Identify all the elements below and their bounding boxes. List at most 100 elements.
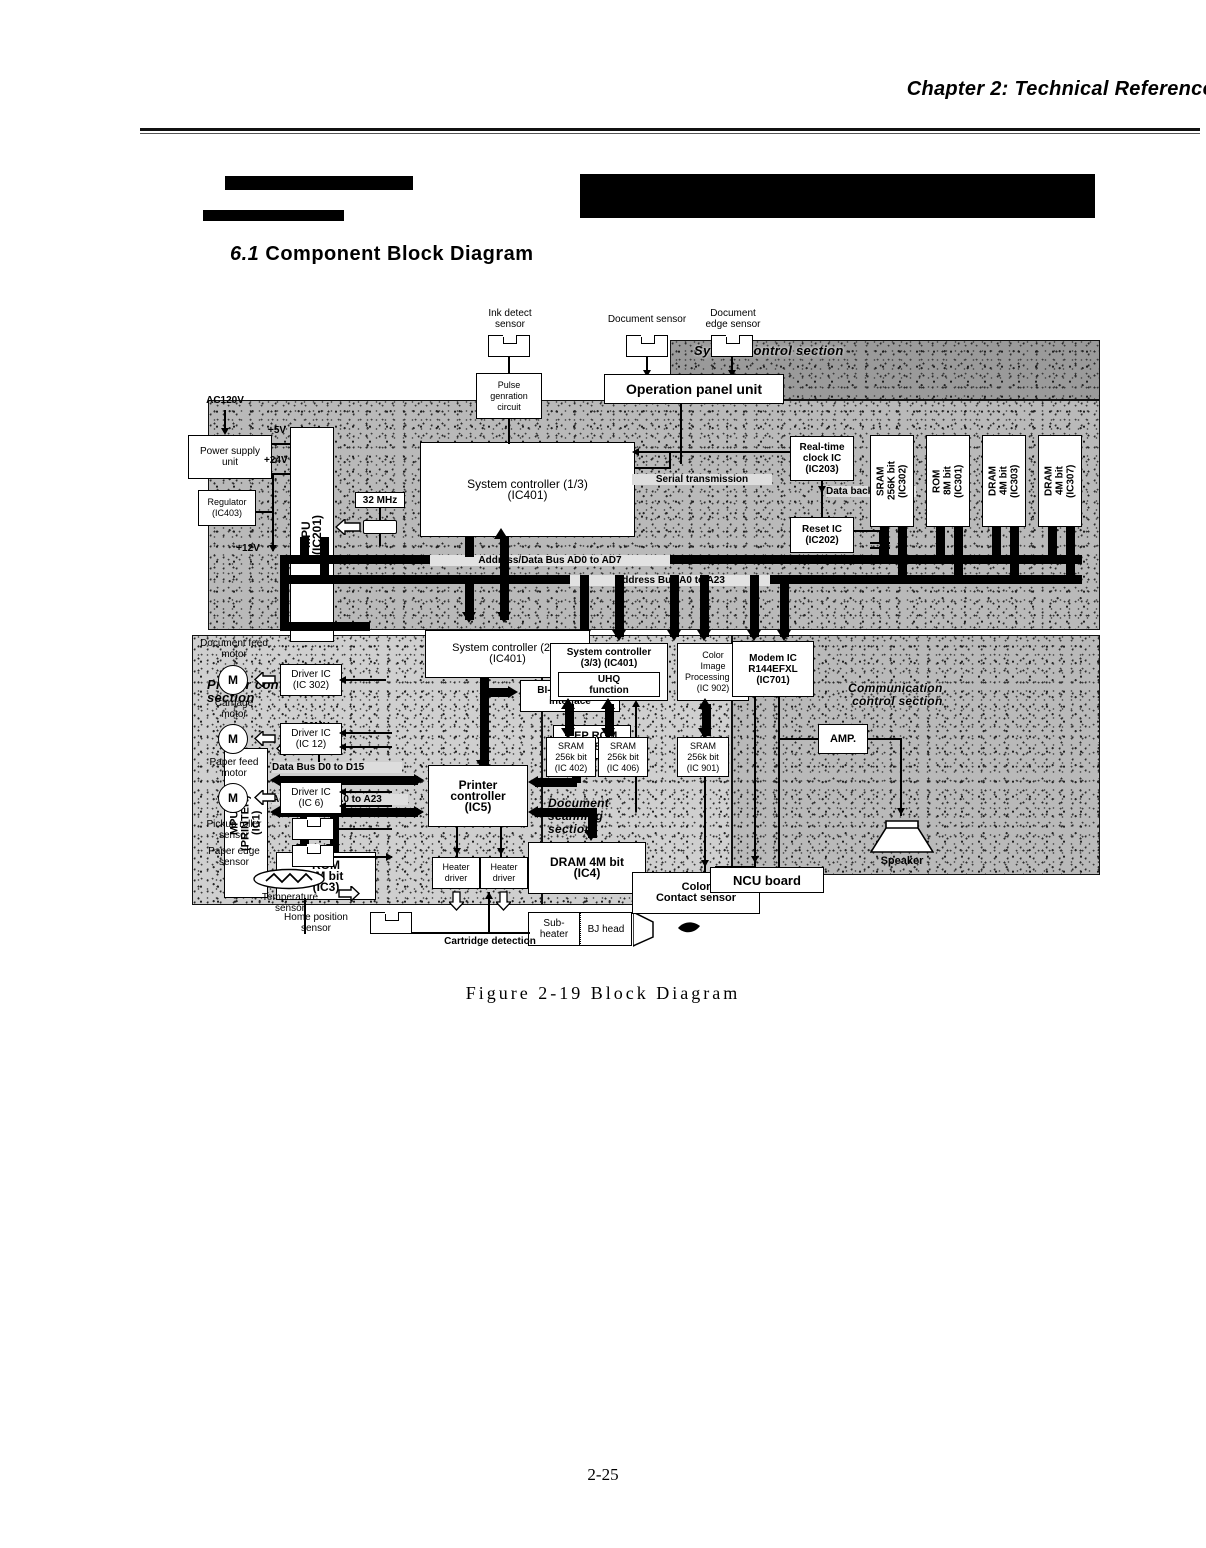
driver-ic-6-feed-arrow-1 — [339, 788, 346, 796]
bus-sc2-to-printer-controller — [480, 678, 489, 768]
carriage-motor: M — [218, 724, 248, 754]
bus-left-wall-b — [280, 622, 370, 631]
document-feed-motor-drive-arrow — [253, 670, 276, 692]
paper-feed-motor: M — [218, 783, 248, 813]
rail-12v-arrow — [269, 545, 277, 552]
bus-down-to-modem-b-arrow — [777, 630, 791, 641]
amp: AMP. — [818, 724, 868, 754]
power-supply-unit: Power supply unit — [188, 435, 272, 479]
serial-transmission-label: Serial transmission — [632, 474, 772, 485]
driver-ic-12-feed-line-2 — [342, 746, 392, 748]
paper-edge-sensor-icon — [292, 843, 334, 867]
document-edge-sensor-icon — [711, 333, 753, 357]
bus-printer-controller-to-dram — [535, 808, 593, 817]
carriage-motor-drive-arrow — [253, 729, 276, 751]
cartridge-detection-arrow — [485, 892, 493, 899]
section-title: Component Block Diagram — [265, 243, 534, 265]
section-label-communication-control: Communication control section — [848, 681, 943, 708]
realtime-clock-ic203: Real-time clock IC (IC203) — [790, 436, 854, 481]
ink-detect-sensor-icon — [488, 333, 530, 357]
driver-ic-12-feed-line-1 — [342, 732, 392, 734]
bus-rom-ic301 — [936, 527, 945, 557]
memory-sram-ic302: SRAM 256K bit (IC302) — [870, 435, 914, 527]
operation-panel-to-serial-line — [680, 442, 682, 464]
block-diagram: System control section Printer control s… — [180, 300, 1110, 950]
bus-down-to-sc3-b-arrow — [612, 630, 626, 641]
pulse-generation-circuit: Pulse genration circuit — [476, 373, 542, 419]
redacted-bar-bottom-left — [203, 210, 344, 221]
bus-rom-ic301-b — [954, 527, 963, 575]
amp-to-speaker-line-h — [868, 738, 902, 740]
bus-dram-arrow-l — [528, 806, 538, 818]
amp-to-speaker-arrow — [897, 808, 905, 815]
driver-ic-12-feed-arrow-2 — [339, 743, 346, 751]
temperature-sensor-icon — [252, 868, 326, 895]
driver-ic-12-feed-arrow-1 — [339, 729, 346, 737]
rail-12v-label: +12V — [236, 543, 260, 554]
ink-drop-icon — [676, 920, 702, 941]
color-contact-sensor-riser-left — [635, 777, 637, 812]
modem-to-ncu-arrow — [751, 856, 759, 863]
document-feed-motor-label: Document feed motor — [200, 638, 268, 660]
operation-panel-down-line — [680, 404, 682, 442]
bus-down-to-sc2-a-arrow — [462, 612, 476, 623]
document-feed-motor: M — [218, 665, 248, 695]
rtc-data-backup-arrow — [818, 486, 826, 493]
pickup-roller-sensor-label: Pickup roller sensor — [206, 819, 262, 841]
reset-ic202: Reset IC (IC202) — [790, 517, 854, 553]
uhq-function: UHQ function — [558, 672, 660, 697]
address-data-bus — [280, 555, 1082, 564]
pickup-roller-sensor-icon — [292, 816, 334, 840]
section-number: 6.1 — [230, 243, 260, 265]
heater-driver-2: Heater driver — [480, 857, 528, 889]
bus-dram-ic303 — [992, 527, 1001, 557]
clock-32mhz-to-mpu-arrow — [334, 517, 361, 540]
mpu-ic201: MPU (IC201) — [290, 427, 334, 642]
bus-sc1-down-a — [465, 537, 474, 557]
temperature-sensor-label: Temperature sensor — [261, 892, 319, 914]
paper-edge-sensor-label: Paper edge sensor — [208, 846, 260, 868]
home-position-sensor-icon — [370, 910, 412, 934]
color-contact-sensor-arrow — [701, 860, 709, 867]
document-edge-sensor-label: Document edge sensor — [705, 308, 761, 330]
printer-data-bus-arrow-r — [414, 774, 424, 786]
memory-dram-ic307: DRAM 4M bit (IC307) — [1038, 435, 1082, 527]
driver-ic-12: Driver IC (IC 12) — [280, 723, 342, 755]
regulator-ic403: Regulator (IC403) — [198, 490, 256, 526]
clock-32mhz-label: 32 MHz — [355, 492, 405, 508]
ink-detect-sensor-label: Ink detect sensor — [488, 308, 532, 330]
sram-ic406: SRAM 256k bit (IC 406) — [598, 737, 648, 777]
bus-down-to-sc3-a — [580, 575, 589, 637]
sc3-feed-line — [635, 704, 637, 738]
carriage-motor-label: Carriage motor — [214, 698, 254, 720]
bus-down-to-cip-b — [700, 575, 709, 637]
sram-ic402: SRAM 256k bit (IC 402) — [546, 737, 596, 777]
bus-down-to-modem-a-arrow — [747, 630, 761, 641]
ncu-board: NCU board — [710, 867, 824, 893]
bus-dram-ic303-b — [1010, 527, 1019, 575]
bus-sc3-to-sram402-arrow-u — [561, 698, 575, 709]
driver-ic-6-feed-line-1 — [342, 791, 392, 793]
clock-32mhz-crystal — [363, 520, 397, 534]
rail-24v-drop-line — [272, 473, 274, 513]
driver-ic-6-feed-line-2 — [342, 805, 392, 807]
page-header-text: Chapter 2: Technical Reference — [906, 78, 1206, 100]
bus-down-to-modem-b — [780, 575, 789, 637]
bus-dram-arrow-d — [584, 830, 598, 841]
heater-driver-1-out-arrow — [447, 891, 466, 916]
heater-driver-2-arrow — [497, 848, 505, 855]
driver-ic-6: Driver IC (IC 6) — [280, 782, 342, 814]
printer-data-bus-label: Data Bus D0 to D15 — [272, 762, 402, 773]
bus-sc1-down-b — [500, 537, 509, 575]
header-rule-thin — [140, 133, 1200, 134]
modem-to-ncu-line-1 — [754, 697, 756, 867]
bus-down-to-cip-a — [670, 575, 679, 637]
system-controller-1-3: System controller (1/3) (IC401) — [420, 442, 635, 537]
serial-transmission-line-h2 — [635, 467, 671, 469]
paper-feed-motor-label: Paper feed motor — [209, 757, 259, 779]
printer-address-bus-arrow-r — [414, 806, 424, 818]
ac-input-arrow — [221, 428, 229, 435]
paper-feed-motor-drive-arrow — [253, 788, 276, 810]
serial-transmission-line-h — [635, 451, 790, 453]
heater-driver-1: Heater driver — [432, 857, 480, 889]
